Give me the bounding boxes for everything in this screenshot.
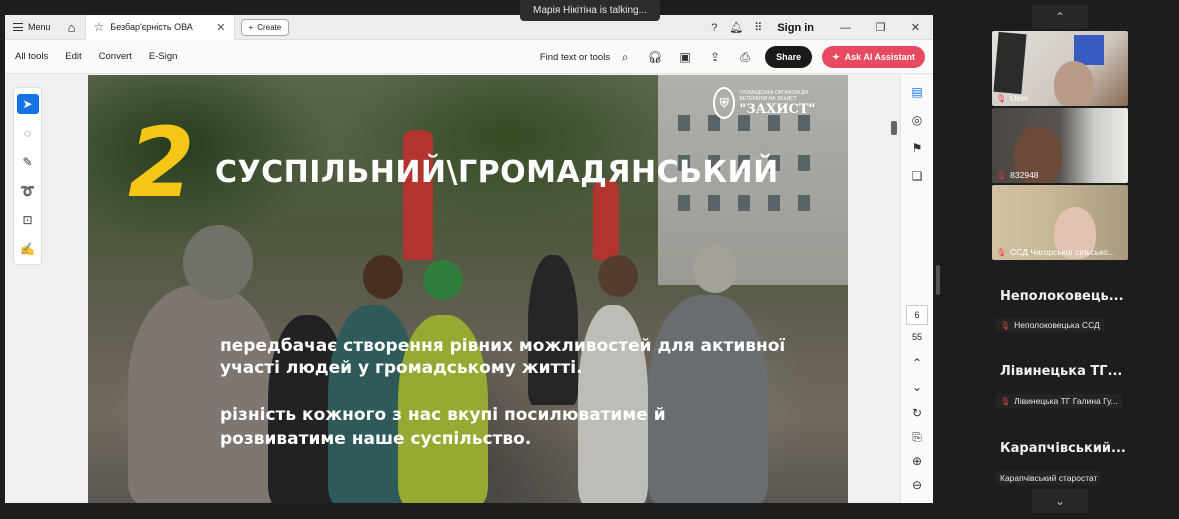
slide-text-line4: розвиватиме наше суспільство.: [220, 429, 532, 449]
convert-menu[interactable]: Convert: [99, 51, 132, 62]
participant-subname: 🎙︎ Неполоковецька ССД: [996, 318, 1104, 332]
edit-menu[interactable]: Edit: [65, 51, 81, 62]
next-page-icon[interactable]: ⌄: [905, 376, 929, 398]
lasso-icon[interactable]: ➰: [17, 181, 39, 201]
mic-off-icon: 🎙︎: [1000, 396, 1011, 406]
logo-title: "ЗАХИСТ": [739, 101, 816, 117]
plus-icon: +: [248, 22, 254, 32]
sign-in-button[interactable]: Sign in: [769, 22, 828, 34]
share-button[interactable]: Share: [765, 46, 813, 68]
slide-title: СУСПІЛЬНИЙ\ГРОМАДЯНСЬКИЙ: [215, 155, 779, 190]
ai-assistant-button[interactable]: ✦ Ask AI Assistant: [822, 46, 925, 68]
select-icon[interactable]: ➤: [16, 94, 39, 114]
vertical-scrollbar[interactable]: [889, 75, 899, 503]
minimize-icon[interactable]: —: [828, 15, 863, 40]
mic-off-icon: 🎙︎: [996, 170, 1007, 180]
slide-text-line3: різність кожного з нас вкупі посилюватим…: [220, 405, 666, 425]
create-label: Create: [257, 22, 282, 32]
title-bar: Menu ⌂ ☆ Безбар'єрність ОВА ✕ + Create ?…: [5, 15, 933, 40]
print-icon[interactable]: ⎙: [735, 50, 755, 65]
document-tab[interactable]: ☆ Безбар'єрність ОВА ✕: [84, 15, 235, 40]
help-icon[interactable]: ?: [703, 15, 725, 40]
text-box-icon[interactable]: ⊡: [17, 210, 39, 230]
export-icon[interactable]: ⎘: [905, 426, 929, 448]
participant-subname: Карапчівський старостат: [996, 471, 1102, 485]
participant-label: 🎙︎ 832948: [996, 170, 1039, 180]
ai-icon: ✦: [832, 51, 840, 62]
tab-title: Безбар'єрність ОВА: [110, 22, 193, 32]
mic-off-icon: 🎙︎: [1000, 320, 1011, 330]
logo-subtitle: ГРОМАДСЬКА ОРГАНІЗАЦІЯ ВЕТЕРАНІВ НА ЗАХИ…: [739, 89, 808, 102]
screen: Марія Нікітіна is talking... Menu ⌂ ☆ Бе…: [0, 0, 1179, 519]
comment-icon[interactable]: ◌: [17, 123, 39, 143]
participant-name: Неполоковець...: [1000, 289, 1124, 304]
menu-label: Menu: [28, 22, 51, 32]
slide-text-line1: передбачає створення рівних можливостей …: [220, 336, 786, 356]
participant-label: 🎙︎ ССД Чагорської сільсько...: [996, 247, 1115, 257]
page-number-input[interactable]: 6: [906, 305, 928, 325]
organization-logo: ⛨ ГРОМАДСЬКА ОРГАНІЗАЦІЯ ВЕТЕРАНІВ НА ЗА…: [713, 85, 823, 121]
save-icon[interactable]: ▣: [675, 50, 695, 64]
main-toolbar: All tools Edit Convert E-Sign Find text …: [5, 40, 933, 74]
menu-button[interactable]: Menu: [5, 15, 59, 40]
headphones-icon[interactable]: 🎧︎: [645, 50, 665, 64]
acrobat-window: Menu ⌂ ☆ Безбар'єрність ОВА ✕ + Create ?…: [5, 15, 933, 503]
apps-icon[interactable]: ⠿: [747, 15, 769, 40]
participants-panel: ⌃ 🎙︎ User 🎙︎ 832948 🎙︎ ССД Чагорської сі…: [948, 0, 1179, 519]
chevron-up-icon: ⌃: [1054, 10, 1066, 24]
bookmark-icon[interactable]: ⚑: [905, 137, 929, 159]
comment-panel-icon[interactable]: ◎: [905, 109, 929, 131]
speaking-toast: Марія Нікітіна is talking...: [520, 0, 660, 21]
zoom-in-icon[interactable]: ⊕: [905, 450, 929, 472]
pdf-page: ⛨ ГРОМАДСЬКА ОРГАНІЗАЦІЯ ВЕТЕРАНІВ НА ЗА…: [88, 75, 848, 503]
pen-icon[interactable]: ✎: [17, 152, 39, 172]
scrollbar-thumb[interactable]: [891, 121, 897, 135]
star-icon[interactable]: ☆: [94, 20, 105, 34]
participant-subname: 🎙︎ Лівинецька ТГ Галина Гу...: [996, 394, 1122, 408]
slide-text-line2: участі людей у громадському житті.: [220, 358, 583, 378]
all-tools-menu[interactable]: All tools: [15, 51, 48, 62]
esign-menu[interactable]: E-Sign: [149, 51, 178, 62]
zoom-out-icon[interactable]: ⊖: [905, 474, 929, 496]
participant-name: Карапчівський...: [1000, 441, 1126, 456]
panel-resize-handle[interactable]: [936, 265, 940, 295]
close-tab-icon[interactable]: ✕: [216, 21, 225, 34]
logo-emblem-icon: ⛨: [713, 87, 736, 119]
participant-tile[interactable]: 🎙︎ ССД Чагорської сільсько...: [992, 185, 1128, 260]
participant-tile[interactable]: 🎙︎ User: [992, 31, 1128, 106]
right-tools-rail: ▤ ◎ ⚑ ❏ 6 55 ⌃ ⌄ ↻ ⎘ ⊕ ⊖: [900, 75, 933, 503]
pages-icon[interactable]: ❏: [905, 165, 929, 187]
participant-name: Лівинецька ТГ...: [1000, 364, 1123, 379]
participant-label: 🎙︎ User: [996, 93, 1029, 103]
upload-icon[interactable]: ⇪: [705, 50, 725, 64]
sign-icon[interactable]: ✍: [17, 239, 39, 259]
quick-tools-rail: ➤ ◌ ✎ ➰ ⊡ ✍: [13, 87, 42, 265]
restore-icon[interactable]: ❐: [863, 15, 898, 40]
title-bar-right: ? 🔔︎ ⠿ Sign in — ❐ ✕: [703, 15, 933, 40]
find-tools[interactable]: Find text or tools ⌕: [540, 50, 635, 65]
chevron-down-icon: ⌄: [1054, 494, 1066, 508]
document-area: ➤ ◌ ✎ ➰ ⊡ ✍ ⛨ ГРОМАДСЬКА ОРГАНІЗАЦІЯ ВЕТ…: [5, 75, 933, 503]
create-button[interactable]: + Create: [240, 18, 290, 36]
scroll-up-button[interactable]: ⌃: [1032, 5, 1088, 29]
find-label: Find text or tools: [539, 51, 611, 63]
hamburger-icon: [13, 23, 23, 31]
home-icon[interactable]: ⌂: [59, 15, 85, 40]
page-total: 55: [911, 332, 922, 342]
close-window-icon[interactable]: ✕: [898, 15, 933, 40]
ai-summary-icon[interactable]: ▤: [905, 81, 929, 103]
scroll-down-button[interactable]: ⌄: [1032, 489, 1088, 513]
participant-tile[interactable]: 🎙︎ 832948: [992, 108, 1128, 183]
mic-off-icon: 🎙︎: [996, 247, 1007, 257]
search-icon: ⌕: [621, 49, 629, 64]
rotate-icon[interactable]: ↻: [905, 402, 929, 424]
ai-label: Ask AI Assistant: [844, 52, 915, 62]
mic-off-icon: 🎙︎: [996, 93, 1007, 103]
previous-page-icon[interactable]: ⌃: [905, 352, 929, 374]
slide-number: 2: [128, 107, 195, 219]
bell-icon[interactable]: 🔔︎: [725, 15, 747, 40]
